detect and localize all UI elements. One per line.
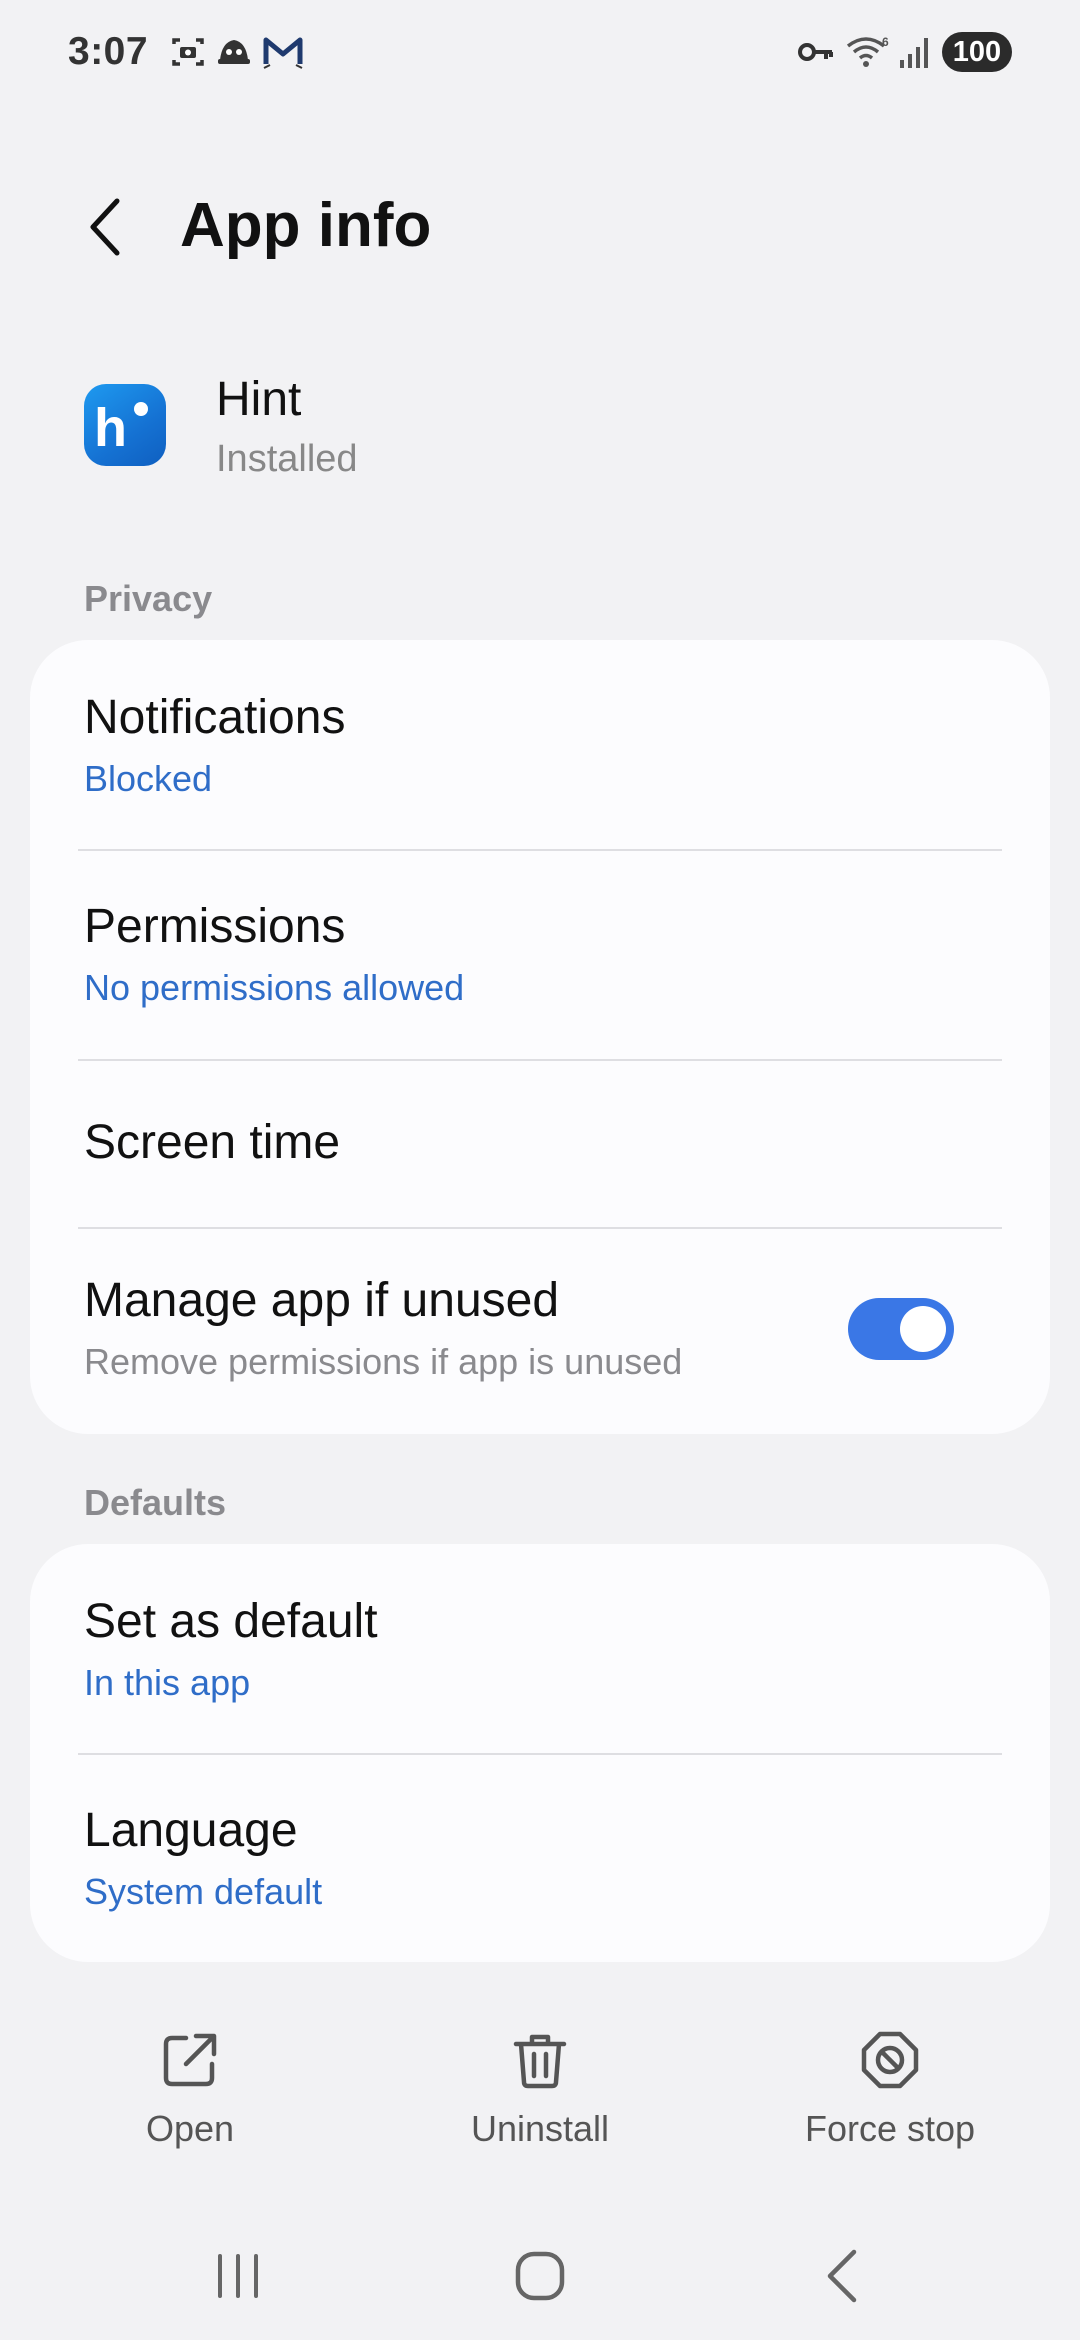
stop-sign-icon	[861, 2031, 919, 2089]
uninstall-label: Uninstall	[470, 2108, 610, 2149]
uninstall-button[interactable]: Uninstall	[420, 2030, 660, 2190]
back-button[interactable]	[70, 192, 140, 262]
permissions-row[interactable]: Permissions No permissions allowed	[30, 851, 1050, 1059]
manage-unused-title: Manage app if unused	[84, 1274, 560, 1327]
force-stop-label: Force stop	[804, 2108, 976, 2149]
notifications-value: Blocked	[84, 758, 213, 799]
app-icon: h	[84, 384, 166, 466]
home-icon	[515, 2251, 565, 2301]
defaults-card: Set as default In this app Language Syst…	[30, 1544, 1050, 1962]
manage-unused-subtitle: Remove permissions if app is unused	[84, 1341, 683, 1382]
recent-apps-icon	[218, 2254, 258, 2298]
language-row[interactable]: Language System default	[30, 1755, 1050, 1962]
open-label: Open	[145, 2108, 235, 2149]
status-bar: 3:07 6 100	[0, 0, 1080, 110]
set-as-default-row[interactable]: Set as default In this app	[30, 1544, 1050, 1754]
toggle-knob	[900, 1306, 946, 1352]
manage-unused-toggle[interactable]	[848, 1298, 954, 1360]
open-button[interactable]: Open	[70, 2030, 310, 2190]
app-name: Hint	[216, 373, 302, 426]
open-external-icon	[163, 2033, 217, 2087]
notifications-row[interactable]: Notifications Blocked	[30, 640, 1050, 850]
nav-back-button[interactable]	[784, 2240, 904, 2312]
hint-logo-icon: h	[94, 398, 148, 458]
vpn-key-icon	[798, 43, 833, 61]
home-button[interactable]	[480, 2240, 600, 2312]
section-label-defaults: Defaults	[84, 1482, 227, 1523]
notifications-title: Notifications	[84, 691, 346, 744]
status-time: 3:07	[68, 30, 149, 73]
screenshot-icon	[172, 38, 204, 66]
set-as-default-value: In this app	[84, 1662, 251, 1703]
section-label-privacy: Privacy	[84, 578, 213, 619]
signal-icon	[900, 38, 928, 68]
pokemon-go-icon	[218, 40, 250, 64]
permissions-title: Permissions	[84, 900, 346, 953]
screen-time-row[interactable]: Screen time	[30, 1061, 1050, 1227]
nav-back-icon	[827, 2249, 857, 2303]
trash-icon	[513, 2034, 567, 2089]
page-title: App info	[180, 191, 432, 260]
set-as-default-title: Set as default	[84, 1595, 378, 1648]
app-icon-letter: h	[94, 398, 127, 458]
gmail-icon	[263, 37, 303, 69]
language-title: Language	[84, 1804, 298, 1857]
permissions-value: No permissions allowed	[84, 967, 465, 1008]
screen-time-title: Screen time	[84, 1116, 341, 1169]
language-value: System default	[84, 1871, 323, 1912]
battery-indicator: 100	[942, 32, 1012, 72]
recent-apps-button[interactable]	[178, 2240, 298, 2312]
app-install-status: Installed	[216, 438, 358, 480]
svg-text:6: 6	[882, 35, 889, 49]
force-stop-button[interactable]: Force stop	[770, 2030, 1010, 2190]
back-arrow-icon	[90, 198, 120, 256]
wifi-icon: 6	[846, 35, 889, 67]
